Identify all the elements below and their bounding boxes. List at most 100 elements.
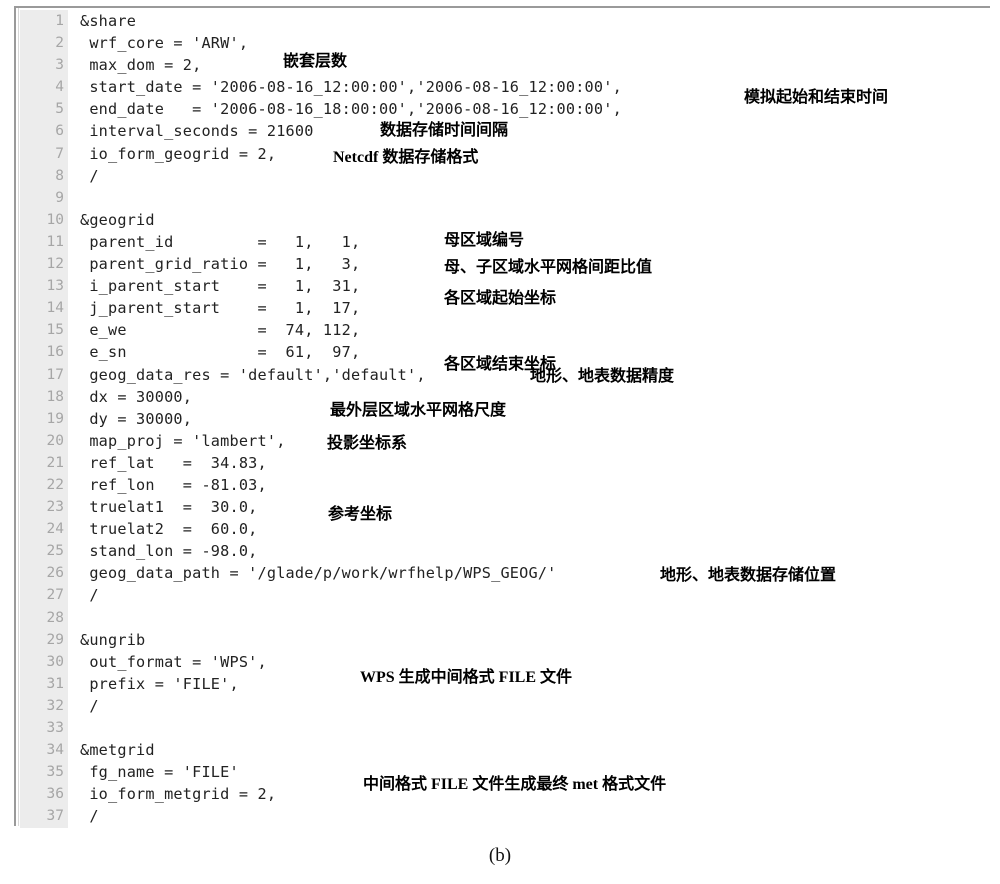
code-line-text: / bbox=[80, 166, 99, 185]
line-number: 26 bbox=[46, 565, 64, 582]
line-number: 7 bbox=[55, 145, 64, 162]
annotation-data-time-interval: 数据存储时间间隔 bbox=[380, 122, 509, 139]
line-number: 33 bbox=[46, 720, 64, 736]
line-number: 5 bbox=[55, 101, 64, 118]
line-number: 25 bbox=[46, 543, 64, 560]
code-line: 34 &metgrid bbox=[16, 739, 990, 761]
line-number: 23 bbox=[46, 499, 64, 516]
annotation-geog-data-res: 地形、地表数据精度 bbox=[530, 368, 675, 385]
code-line-text: out_format = 'WPS', bbox=[80, 652, 267, 671]
code-line: 24 truelat2 = 60.0, bbox=[16, 518, 990, 540]
code-line: 33 bbox=[16, 717, 990, 739]
code-line-text: / bbox=[80, 586, 99, 605]
code-line: 1 &share bbox=[16, 10, 990, 32]
annotation-map-projection: 投影坐标系 bbox=[327, 435, 408, 452]
line-number: 2 bbox=[55, 35, 64, 52]
code-line-text: dx = 30000, bbox=[80, 387, 193, 406]
annotation-wps-file-output: WPS 生成中间格式 FILE 文件 bbox=[360, 669, 573, 686]
code-line-text: max_dom = 2, bbox=[80, 56, 202, 75]
line-number: 1 bbox=[55, 13, 64, 29]
line-number: 31 bbox=[46, 675, 64, 692]
annotation-ref-coords: 参考坐标 bbox=[328, 506, 393, 523]
code-line: 21 ref_lat = 34.83, bbox=[16, 452, 990, 474]
code-line-text: prefix = 'FILE', bbox=[80, 674, 239, 693]
line-number: 36 bbox=[46, 786, 64, 803]
code-line: 23 truelat1 = 30.0, bbox=[16, 496, 990, 518]
annotation-nest-levels: 嵌套层数 bbox=[283, 53, 348, 70]
code-line: 8 / bbox=[16, 165, 990, 187]
code-line: 26 geog_data_path = '/glade/p/work/wrfhe… bbox=[16, 562, 990, 584]
annotation-geog-data-path: 地形、地表数据存储位置 bbox=[660, 567, 837, 584]
line-number: 19 bbox=[46, 410, 64, 427]
line-number: 28 bbox=[46, 609, 64, 626]
code-line-text: &geogrid bbox=[80, 210, 155, 229]
line-number: 24 bbox=[46, 521, 64, 538]
line-number: 35 bbox=[46, 764, 64, 781]
code-line-text: truelat1 = 30.0, bbox=[80, 498, 258, 517]
code-line-text: wrf_core = 'ARW', bbox=[80, 34, 249, 53]
code-line-text: ref_lon = -81.03, bbox=[80, 475, 267, 494]
annotation-grid-ratio: 母、子区域水平网格间距比值 bbox=[444, 259, 653, 276]
code-line: 20 map_proj = 'lambert', bbox=[16, 430, 990, 452]
line-number: 16 bbox=[46, 344, 64, 361]
code-line-text: / bbox=[80, 696, 99, 715]
line-number: 10 bbox=[46, 211, 64, 228]
code-line-text: dy = 30000, bbox=[80, 409, 193, 428]
line-number: 29 bbox=[46, 631, 64, 648]
code-line-text: fg_name = 'FILE' bbox=[80, 763, 239, 782]
code-line-text: e_sn = 61, 97, bbox=[80, 343, 361, 362]
annotation-metgrid-output: 中间格式 FILE 文件生成最终 met 格式文件 bbox=[363, 776, 667, 793]
code-line: 32 / bbox=[16, 695, 990, 717]
line-number: 22 bbox=[46, 476, 64, 493]
code-line: 27 / bbox=[16, 584, 990, 606]
code-line-text: start_date = '2006-08-16_12:00:00','2006… bbox=[80, 78, 622, 97]
code-line-text: &share bbox=[80, 12, 137, 30]
line-number: 27 bbox=[46, 587, 64, 604]
code-line-text: j_parent_start = 1, 17, bbox=[80, 299, 361, 318]
annotation-outer-grid-size: 最外层区域水平网格尺度 bbox=[330, 402, 507, 419]
annotation-parent-domain-id: 母区域编号 bbox=[444, 232, 525, 249]
code-line-text: &ungrib bbox=[80, 630, 146, 649]
code-line: 15 e_we = 74, 112, bbox=[16, 319, 990, 341]
code-line: 29 &ungrib bbox=[16, 629, 990, 651]
code-line-text: io_form_geogrid = 2, bbox=[80, 144, 277, 163]
line-number: 32 bbox=[46, 697, 64, 714]
annotation-netcdf-format: Netcdf 数据存储格式 bbox=[333, 149, 479, 166]
code-line-text: &metgrid bbox=[80, 741, 155, 760]
line-number: 37 bbox=[46, 808, 64, 825]
line-number: 30 bbox=[46, 653, 64, 670]
figure-caption: (b) bbox=[488, 845, 512, 866]
code-line-text: end_date = '2006-08-16_18:00:00','2006-0… bbox=[80, 100, 622, 119]
code-line: 3 max_dom = 2, bbox=[16, 54, 990, 76]
code-line: 22 ref_lon = -81.03, bbox=[16, 474, 990, 496]
line-number: 20 bbox=[46, 432, 64, 449]
code-line: 37 / bbox=[16, 805, 990, 827]
code-line-text: geog_data_path = '/glade/p/work/wrfhelp/… bbox=[80, 564, 557, 583]
line-number: 13 bbox=[46, 278, 64, 295]
code-line-text: i_parent_start = 1, 31, bbox=[80, 277, 361, 296]
code-line-text: parent_id = 1, 1, bbox=[80, 232, 361, 251]
line-number: 9 bbox=[55, 189, 64, 206]
code-line-text: interval_seconds = 21600 bbox=[80, 122, 314, 141]
code-line: 7 io_form_geogrid = 2, bbox=[16, 143, 990, 165]
code-line-text: e_we = 74, 112, bbox=[80, 321, 361, 340]
line-number: 12 bbox=[46, 256, 64, 273]
line-number: 34 bbox=[46, 742, 64, 759]
code-line: 9 bbox=[16, 187, 990, 209]
code-line: 2 wrf_core = 'ARW', bbox=[16, 32, 990, 54]
annotation-sim-start-end-time: 模拟起始和结束时间 bbox=[744, 89, 889, 106]
code-line-text: / bbox=[80, 807, 99, 826]
line-number: 8 bbox=[55, 167, 64, 184]
code-line-text: ref_lat = 34.83, bbox=[80, 453, 267, 472]
line-number: 21 bbox=[46, 454, 64, 471]
line-number: 14 bbox=[46, 300, 64, 317]
line-number: 18 bbox=[46, 388, 64, 405]
line-number: 11 bbox=[46, 233, 64, 250]
code-line-text: io_form_metgrid = 2, bbox=[80, 785, 277, 804]
line-number: 6 bbox=[55, 123, 64, 140]
line-number: 17 bbox=[46, 366, 64, 383]
code-line: 10 &geogrid bbox=[16, 209, 990, 231]
line-number: 3 bbox=[55, 57, 64, 74]
code-line-text: parent_grid_ratio = 1, 3, bbox=[80, 255, 361, 274]
code-line: 28 bbox=[16, 607, 990, 629]
